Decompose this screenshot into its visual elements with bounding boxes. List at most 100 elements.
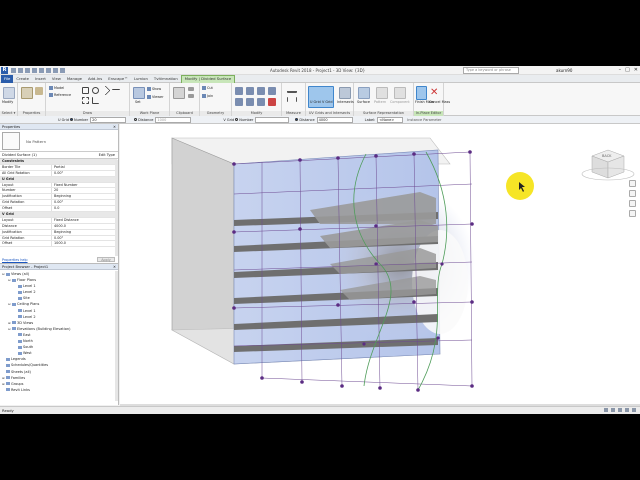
instance-filter[interactable]: Divided Surface (1) Edit Type xyxy=(0,152,118,159)
paste-icon[interactable] xyxy=(173,87,185,99)
v-number-field[interactable] xyxy=(255,116,290,123)
viewer-button[interactable]: Viewer xyxy=(147,95,164,99)
join-button[interactable]: Join xyxy=(202,94,213,98)
dimension-icon[interactable] xyxy=(287,97,297,102)
u-number-radio[interactable] xyxy=(70,118,74,121)
property-value[interactable]: 1000.0 xyxy=(52,241,117,246)
revit-logo-icon[interactable]: R xyxy=(1,67,8,74)
label-select[interactable]: <None> xyxy=(377,116,404,123)
align-icon[interactable] xyxy=(235,98,243,106)
tab-manage[interactable]: Manage xyxy=(64,75,85,83)
tab-insert[interactable]: Insert xyxy=(32,75,49,83)
surface-icon[interactable] xyxy=(358,87,370,99)
orbit-icon[interactable] xyxy=(629,200,636,207)
u-number-field[interactable]: 20 xyxy=(90,116,127,123)
maximize-icon[interactable]: □ xyxy=(625,67,630,73)
property-value[interactable]: 0.00° xyxy=(52,236,117,241)
property-value[interactable]: 0.0 xyxy=(52,206,117,211)
open-icon[interactable] xyxy=(11,68,16,73)
tab-file[interactable]: File xyxy=(1,74,14,83)
user-name[interactable]: akurn90 xyxy=(556,68,572,73)
v-distance-field[interactable]: 4000 xyxy=(316,116,353,123)
worksets-icon[interactable] xyxy=(604,408,608,412)
properties-icon[interactable] xyxy=(21,87,33,99)
set-work-plane-icon[interactable] xyxy=(133,87,145,99)
type-selector[interactable]: No Pattern xyxy=(0,130,118,152)
tab-add-ins[interactable]: Add-Ins xyxy=(85,75,105,83)
search-input[interactable]: Type a keyword or phrase xyxy=(463,67,519,74)
measure-icon[interactable] xyxy=(46,68,51,73)
redo-icon[interactable] xyxy=(32,68,37,73)
browser-node[interactable]: Revit Links xyxy=(0,387,118,393)
cancel-mass-x-icon[interactable]: ✕ xyxy=(430,87,440,99)
circle-icon[interactable] xyxy=(92,87,99,94)
filter-icon[interactable] xyxy=(632,408,636,412)
divided-surface-model[interactable]: BACK xyxy=(120,124,640,404)
delete-icon[interactable] xyxy=(268,98,276,106)
save-icon[interactable] xyxy=(18,68,23,73)
undo-icon[interactable] xyxy=(25,68,30,73)
tab-tvitimnation[interactable]: Tvitimnation xyxy=(151,75,181,83)
properties-help-link[interactable]: Properties help xyxy=(2,258,28,262)
edit-type-button[interactable]: Edit Type xyxy=(99,152,115,159)
u-distance-field[interactable]: 1000 xyxy=(155,116,192,123)
line-icon[interactable] xyxy=(92,97,99,104)
rotate-icon[interactable] xyxy=(257,87,265,95)
tab-modify-divided-surface[interactable]: Modify | Divided Surface xyxy=(180,74,236,83)
pan-icon[interactable] xyxy=(629,210,636,217)
trim-icon[interactable] xyxy=(257,98,265,106)
property-value[interactable]: 0.00° xyxy=(52,200,117,205)
copy-element-icon[interactable] xyxy=(246,87,254,95)
offset-icon[interactable] xyxy=(246,98,254,106)
intersects-icon[interactable] xyxy=(339,87,351,99)
u-grid-toggle[interactable] xyxy=(308,86,334,108)
viewcube[interactable]: BACK xyxy=(581,149,635,181)
tab-enscape[interactable]: Enscape™ xyxy=(105,75,131,83)
full-navigation-wheel-icon[interactable] xyxy=(629,180,636,187)
draw-model-button[interactable]: Model xyxy=(49,86,64,90)
show-work-plane-button[interactable]: Show xyxy=(147,87,161,91)
thin-lines-icon[interactable] xyxy=(60,68,65,73)
select-pinned-icon[interactable] xyxy=(625,408,629,412)
tab-lumion[interactable]: Lumion xyxy=(131,75,151,83)
copy-icon[interactable] xyxy=(188,87,194,91)
pattern-icon[interactable] xyxy=(376,87,388,99)
minimize-icon[interactable]: – xyxy=(619,67,622,73)
property-value[interactable]: 20 xyxy=(52,188,117,193)
match-properties-icon[interactable] xyxy=(188,94,194,98)
move-icon[interactable] xyxy=(235,87,243,95)
browser-scrollbar[interactable] xyxy=(115,271,118,401)
property-value[interactable]: Fixed Number xyxy=(52,183,117,188)
design-options-icon[interactable] xyxy=(611,408,615,412)
property-value[interactable]: 4000.0 xyxy=(52,224,117,229)
select-links-icon[interactable] xyxy=(618,408,622,412)
property-value[interactable]: Fixed Distance xyxy=(52,218,117,223)
pick-lines-icon[interactable] xyxy=(82,97,89,104)
cut-button[interactable]: Cut xyxy=(202,86,213,90)
v-number-radio[interactable] xyxy=(235,118,239,121)
property-value[interactable]: Partial xyxy=(52,165,117,170)
tab-view[interactable]: View xyxy=(49,75,64,83)
project-browser-close-icon[interactable]: ✕ xyxy=(113,264,116,270)
properties-scrollbar[interactable] xyxy=(115,160,118,256)
polygon-icon[interactable] xyxy=(100,85,111,96)
property-value[interactable]: Beginning xyxy=(52,194,117,199)
mirror-icon[interactable] xyxy=(268,87,276,95)
finish-mass-check-icon[interactable] xyxy=(416,86,427,100)
print-icon[interactable] xyxy=(39,68,44,73)
tab-create[interactable]: Create xyxy=(13,75,32,83)
type-properties-icon[interactable] xyxy=(35,87,43,95)
close-icon[interactable]: ✕ xyxy=(634,67,638,73)
component-icon[interactable] xyxy=(394,87,406,99)
property-value[interactable]: 0.00° xyxy=(52,171,117,176)
property-value[interactable]: Beginning xyxy=(52,230,117,235)
modify-cursor-icon[interactable] xyxy=(3,87,15,99)
rectangle-icon[interactable] xyxy=(82,87,89,94)
spline-icon[interactable] xyxy=(112,87,120,90)
v-distance-radio[interactable] xyxy=(295,118,299,121)
zoom-icon[interactable] xyxy=(629,190,636,197)
default-3d-icon[interactable] xyxy=(53,68,58,73)
3d-view-canvas[interactable]: BACK xyxy=(120,124,640,404)
apply-button[interactable]: Apply xyxy=(97,257,115,262)
measure-icon[interactable] xyxy=(287,87,297,93)
